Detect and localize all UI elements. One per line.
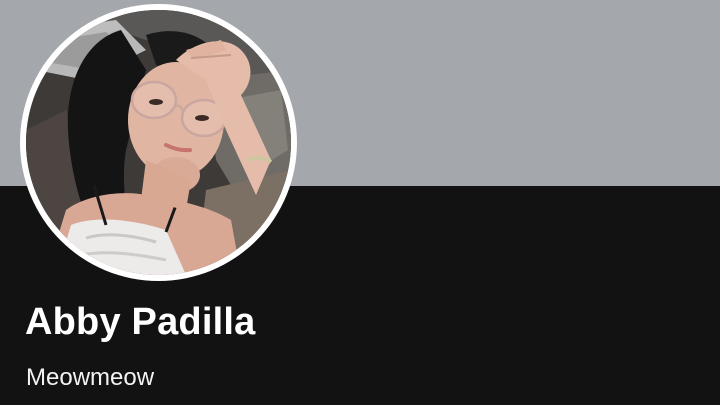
profile-photo-image: [26, 10, 291, 275]
profile-photo: [26, 10, 291, 275]
profile-name: Abby Padilla: [25, 301, 256, 343]
profile-bio: Meowmeow: [26, 364, 155, 391]
avatar[interactable]: [20, 4, 297, 281]
